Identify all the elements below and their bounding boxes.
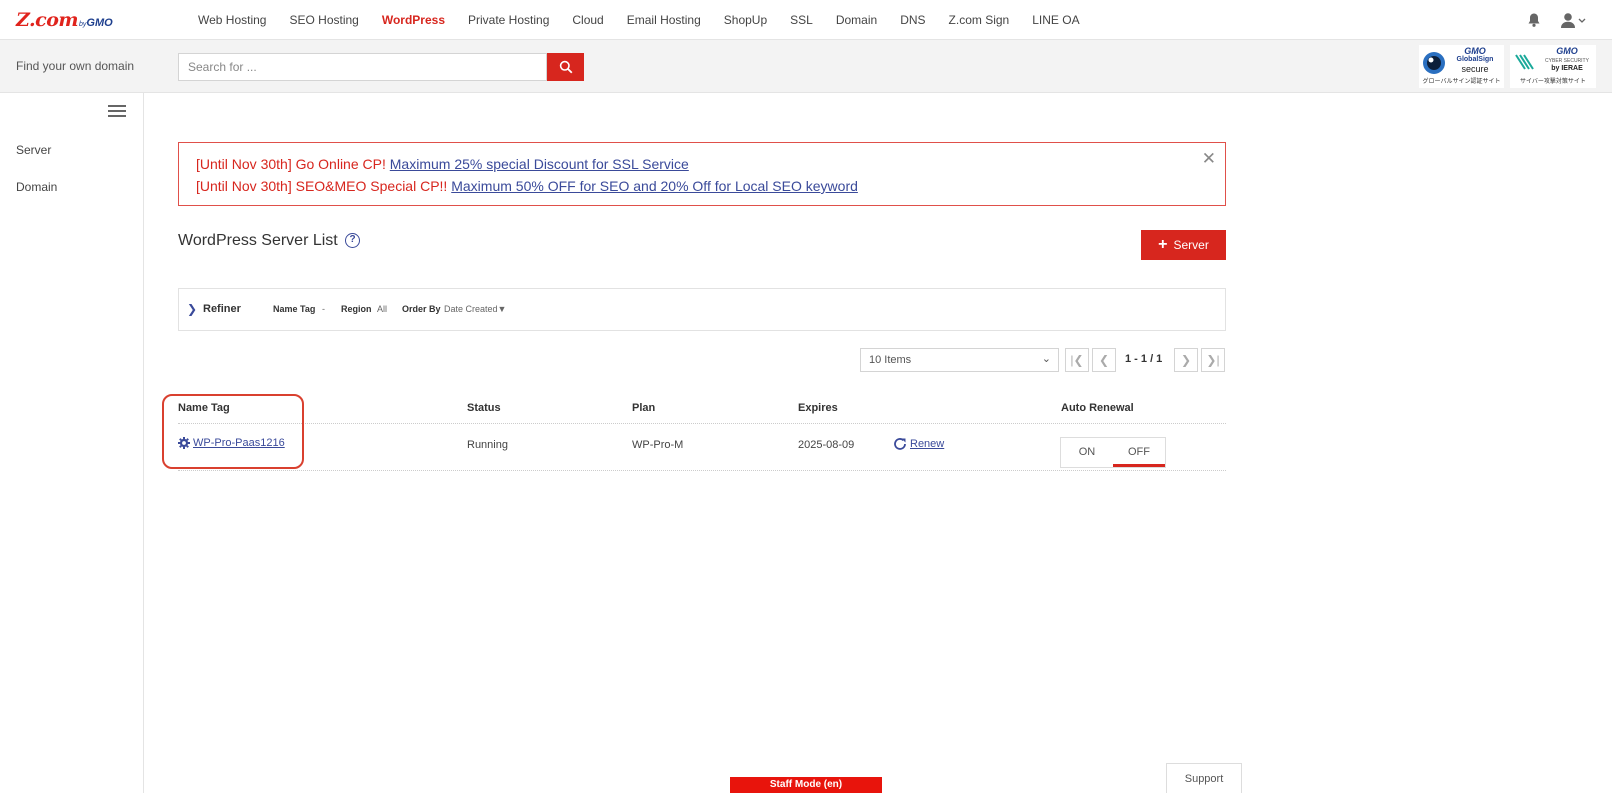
auto-renewal-off[interactable]: OFF [1113,438,1165,467]
col-header-name-tag: Name Tag [178,402,230,414]
find-domain-label: Find your own domain [16,59,135,73]
filter-orderby-label: Order By [402,304,441,314]
domain-search-input[interactable] [178,53,547,81]
col-header-auto-renewal: Auto Renewal [1061,402,1134,414]
bell-icon[interactable] [1526,12,1542,28]
ierae-logo-icon [1515,54,1534,70]
staff-mode-banner: Staff Mode (en) [730,777,882,793]
plus-icon: + [1158,236,1168,253]
user-icon[interactable] [1560,12,1586,28]
nav-dns[interactable]: DNS [900,13,925,27]
filter-nametag-value: - [322,304,325,314]
renew-link[interactable]: Renew [894,438,944,450]
nav-wordpress[interactable]: WordPress [382,13,445,27]
chevron-right-icon[interactable]: ❯ [187,302,197,316]
next-page-icon[interactable]: ❯ [1174,348,1198,372]
col-header-expires: Expires [798,402,838,414]
ierae-sub: by IERAE [1551,65,1583,72]
sidebar-item-domain[interactable]: Domain [16,180,57,194]
search-button[interactable] [547,53,584,81]
sidebar: Server Domain [0,93,144,793]
filter-orderby-value[interactable]: Date Created▼ [444,304,506,314]
main-nav: Web Hosting SEO Hosting WordPress Privat… [198,0,1103,40]
filter-nametag-label: Name Tag [273,304,316,314]
zcom-logo[interactable]: Z.com by GMO [16,9,113,31]
server-plan: WP-Pro-M [632,439,684,451]
alert-line-1-text: [Until Nov 30th] Go Online CP! [196,156,390,172]
chevron-down-icon: ⌄ [1041,353,1051,365]
ierae-name: CYBER SECURITY [1545,58,1589,64]
ierae-caption: サイバー攻撃対策サイト [1520,79,1586,85]
header-divider [178,423,1226,424]
header-icons [1526,12,1586,28]
server-status: Running [467,439,508,451]
server-expires: 2025-08-09 [798,439,855,451]
refresh-icon [894,438,906,450]
globalsign-badge[interactable]: GMO GlobalSign secure グローバルサイン認証サイト [1419,45,1504,88]
nav-shopup[interactable]: ShopUp [724,13,767,27]
filter-region-label: Region [341,304,372,314]
hamburger-menu-icon[interactable] [108,105,126,119]
nav-seo-hosting[interactable]: SEO Hosting [289,13,358,27]
prev-page-icon[interactable]: ❮ [1092,348,1116,372]
last-page-icon[interactable]: ❯| [1201,348,1225,372]
nav-ssl[interactable]: SSL [790,13,813,27]
add-server-label: Server [1173,238,1209,252]
sidebar-item-server[interactable]: Server [16,143,51,157]
filter-region-value: All [377,304,388,314]
nav-web-hosting[interactable]: Web Hosting [198,13,266,27]
refiner-title[interactable]: Refiner [203,303,241,315]
top-nav: Z.com by GMO Web Hosting SEO Hosting Wor… [0,0,1612,40]
first-page-icon[interactable]: |❮ [1065,348,1089,372]
logo-by: by [79,21,87,28]
search-icon [559,60,572,74]
add-server-button[interactable]: + Server [1141,230,1226,260]
gear-icon [178,437,190,449]
nav-private-hosting[interactable]: Private Hosting [468,13,549,27]
page-range: 1 - 1 / 1 [1125,353,1163,365]
close-icon[interactable]: ✕ [1202,149,1216,169]
domain-search-bar: Find your own domain [0,40,1612,93]
nav-domain[interactable]: Domain [836,13,877,27]
nav-line-oa[interactable]: LINE OA [1032,13,1079,27]
ierae-brand: GMO [1556,46,1578,56]
col-header-plan: Plan [632,402,656,414]
nav-zcom-sign[interactable]: Z.com Sign [949,13,1010,27]
globalsign-brand: GMO [1464,46,1486,56]
auto-renewal-toggle: ON OFF [1060,437,1166,468]
auto-renewal-on[interactable]: ON [1061,438,1113,467]
refiner-panel: ❯ Refiner Name Tag - Region All Order By… [178,288,1226,331]
items-per-page-value: 10 Items [869,354,912,366]
items-per-page-select[interactable]: 10 Items ⌄ [860,348,1059,372]
server-name-link[interactable]: WP-Pro-Paas1216 [178,437,285,449]
alert-line-1: [Until Nov 30th] Go Online CP! Maximum 2… [196,156,689,172]
support-button[interactable]: Support [1166,763,1242,793]
nav-email-hosting[interactable]: Email Hosting [627,13,701,27]
ierae-badge[interactable]: GMO CYBER SECURITY by IERAE サイバー攻撃対策サイト [1510,45,1596,88]
logo-gmo: GMO [86,17,113,29]
ssl-discount-link[interactable]: Maximum 25% special Discount for SSL Ser… [390,156,689,172]
page-title: WordPress Server List [178,232,338,249]
renew-text: Renew [910,438,945,450]
globalsign-logo-icon [1423,52,1445,74]
seo-discount-link[interactable]: Maximum 50% OFF for SEO and 20% Off for … [451,178,858,194]
col-header-status: Status [467,402,501,414]
server-name-text: WP-Pro-Paas1216 [193,437,285,449]
alert-line-2-text: [Until Nov 30th] SEO&MEO Special CP!! [196,178,452,194]
globalsign-caption: グローバルサイン認証サイト [1422,79,1501,85]
globalsign-name: GlobalSign [1456,56,1494,63]
alert-line-2: [Until Nov 30th] SEO&MEO Special CP!! Ma… [196,178,858,194]
help-icon[interactable]: ? [345,233,360,248]
row-divider [178,470,1226,471]
globalsign-sub: secure [1461,64,1489,74]
nav-cloud[interactable]: Cloud [572,13,603,27]
campaign-alert: [Until Nov 30th] Go Online CP! Maximum 2… [178,142,1226,206]
logo-text: Z.com [16,9,79,31]
